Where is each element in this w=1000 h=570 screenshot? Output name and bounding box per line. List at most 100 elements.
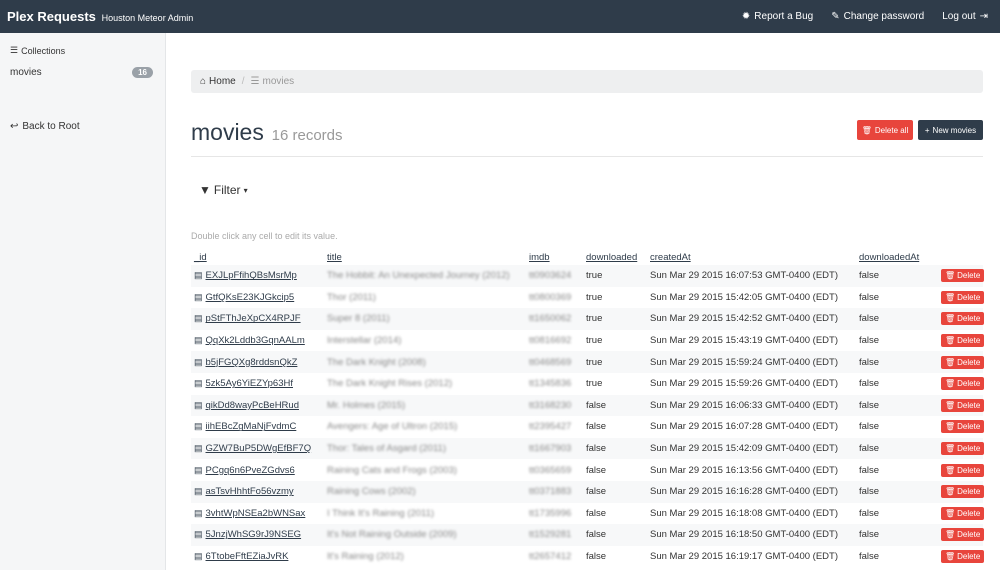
table-row[interactable]: ▤ QqXk2Lddb3GqnAALm Interstellar (2014) tt0… [191, 330, 985, 352]
delete-row-button[interactable]: 🗑 Delete [941, 398, 985, 412]
imdb-cell[interactable]: tt1735996 [529, 508, 571, 519]
column-header-id[interactable]: _id [194, 252, 207, 263]
imdb-cell[interactable]: tt1667903 [529, 443, 571, 454]
createdat-cell[interactable]: Sun Mar 29 2015 15:42:52 GMT-0400 (EDT) [650, 313, 838, 324]
table-row[interactable]: ▤ GZW7BuP5DWgEfBF7Q Thor: Tales of Asgard … [191, 437, 985, 460]
table-row[interactable]: ▤ asTsvHhhtFo56vzmy Raining Cows (2002) tt0… [191, 480, 985, 503]
id-cell[interactable]: ▤ 3vhtWpNSEa2bWNSax [194, 508, 305, 519]
record-id-link[interactable]: b5jFGQXg8rddsnQkZ [206, 357, 298, 368]
title-cell[interactable]: Mr. Holmes (2015) [327, 400, 405, 411]
record-id-link[interactable]: 5zk5Ay6YiEZYp63Hf [206, 378, 293, 389]
downloadedat-cell[interactable]: false [859, 357, 879, 368]
delete-row-button[interactable]: 🗑 Delete [941, 506, 985, 520]
column-header-downloaded[interactable]: downloaded [586, 252, 637, 263]
id-cell[interactable]: ▤ EXJLpFfihQBsMsrMp [194, 270, 297, 281]
createdat-cell[interactable]: Sun Mar 29 2015 15:42:05 GMT-0400 (EDT) [650, 292, 838, 303]
id-cell[interactable]: ▤ b5jFGQXg8rddsnQkZ [194, 357, 297, 368]
downloadedat-cell[interactable]: false [859, 529, 879, 540]
delete-row-button[interactable]: 🗑 Delete [941, 550, 985, 564]
table-row[interactable]: ▤ PCgq6n6PveZGdvs6 Raining Cats and Frogs … [191, 459, 985, 481]
imdb-cell[interactable]: tt1345836 [529, 378, 571, 389]
delete-all-button[interactable]: 🗑 Delete all [857, 120, 913, 140]
record-id-link[interactable]: qikDd8wayPcBeHRud [206, 400, 299, 411]
id-cell[interactable]: ▤ asTsvHhhtFo56vzmy [194, 486, 294, 497]
imdb-cell[interactable]: tt0800369 [529, 292, 571, 303]
downloadedat-cell[interactable]: false [859, 486, 879, 497]
table-row[interactable]: ▤ EXJLpFfihQBsMsrMp The Hobbit: An Unexpec… [191, 265, 985, 287]
table-row[interactable]: ▤ 6TtobeFftEZiaJvRK It's Raining (2012) tt2… [191, 546, 985, 568]
createdat-cell[interactable]: Sun Mar 29 2015 16:18:50 GMT-0400 (EDT) [650, 529, 838, 540]
column-header-createdat[interactable]: createdAt [650, 252, 691, 263]
record-id-link[interactable]: 3vhtWpNSEa2bWNSax [206, 508, 306, 519]
downloadedat-cell[interactable]: false [859, 465, 879, 476]
downloadedat-cell[interactable]: false [859, 270, 879, 281]
delete-row-button[interactable]: 🗑 Delete [941, 355, 985, 369]
report-bug-link[interactable]: ✹ Report a Bug [742, 11, 813, 22]
table-row[interactable]: ▤ qikDd8wayPcBeHRud Mr. Holmes (2015) tt316… [191, 394, 985, 417]
logout-link[interactable]: Log out ⇥ [942, 11, 988, 22]
id-cell[interactable]: ▤ GtfQKsE23KJGkcip5 [194, 292, 294, 303]
record-id-link[interactable]: QqXk2Lddb3GqnAALm [206, 335, 305, 346]
id-cell[interactable]: ▤ PCgq6n6PveZGdvs6 [194, 465, 295, 476]
downloaded-cell[interactable]: false [586, 508, 606, 519]
downloaded-cell[interactable]: false [586, 486, 606, 497]
filter-dropdown[interactable]: ▼ Filter ▾ [199, 183, 248, 197]
downloaded-cell[interactable]: false [586, 465, 606, 476]
imdb-cell[interactable]: tt0371883 [529, 486, 571, 497]
id-cell[interactable]: ▤ QqXk2Lddb3GqnAALm [194, 335, 305, 346]
downloadedat-cell[interactable]: false [859, 378, 879, 389]
delete-row-button[interactable]: 🗑 Delete [941, 485, 985, 499]
downloaded-cell[interactable]: true [586, 357, 602, 368]
delete-row-button[interactable]: 🗑 Delete [941, 377, 985, 391]
imdb-cell[interactable]: tt1650062 [529, 313, 571, 324]
createdat-cell[interactable]: Sun Mar 29 2015 15:59:24 GMT-0400 (EDT) [650, 357, 838, 368]
delete-row-button[interactable]: 🗑 Delete [941, 290, 985, 304]
table-row[interactable]: ▤ 3vhtWpNSEa2bWNSax I Think It's Raining (… [191, 503, 985, 525]
table-row[interactable]: ▤ GtfQKsE23KJGkcip5 Thor (2011) tt0800369 tr… [191, 287, 985, 309]
table-row[interactable]: ▤ 5JnzjWhSG9rJ9NSEG It's Not Raining Outsi… [191, 524, 985, 546]
record-id-link[interactable]: EXJLpFfihQBsMsrMp [206, 270, 297, 281]
title-cell[interactable]: It's Raining (2012) [327, 551, 404, 562]
downloaded-cell[interactable]: true [586, 313, 602, 324]
downloaded-cell[interactable]: false [586, 421, 606, 432]
downloaded-cell[interactable]: false [586, 551, 606, 562]
record-id-link[interactable]: iihEBcZgMaNjFvdmC [206, 421, 297, 432]
column-header-downloadedat[interactable]: downloadedAt [859, 252, 919, 263]
createdat-cell[interactable]: Sun Mar 29 2015 16:07:28 GMT-0400 (EDT) [650, 421, 838, 432]
downloadedat-cell[interactable]: false [859, 400, 879, 411]
title-cell[interactable]: I Think It's Raining (2011) [327, 508, 434, 519]
title-cell[interactable]: The Dark Knight (2008) [327, 357, 426, 368]
downloaded-cell[interactable]: true [586, 335, 602, 346]
record-id-link[interactable]: PCgq6n6PveZGdvs6 [206, 465, 295, 476]
title-cell[interactable]: Thor: Tales of Asgard (2011) [327, 443, 446, 454]
createdat-cell[interactable]: Sun Mar 29 2015 16:13:56 GMT-0400 (EDT) [650, 465, 838, 476]
downloadedat-cell[interactable]: false [859, 551, 879, 562]
table-row[interactable]: ▤ iihEBcZgMaNjFvdmC Avengers: Age of Ultro… [191, 416, 985, 438]
id-cell[interactable]: ▤ 5JnzjWhSG9rJ9NSEG [194, 529, 301, 540]
title-cell[interactable]: Super 8 (2011) [327, 313, 390, 324]
delete-row-button[interactable]: 🗑 Delete [941, 312, 985, 326]
imdb-cell[interactable]: tt0365659 [529, 465, 571, 476]
title-cell[interactable]: It's Not Raining Outside (2009) [327, 529, 457, 540]
title-cell[interactable]: The Dark Knight Rises (2012) [327, 378, 452, 389]
createdat-cell[interactable]: Sun Mar 29 2015 15:43:19 GMT-0400 (EDT) [650, 335, 838, 346]
imdb-cell[interactable]: tt0468569 [529, 357, 571, 368]
record-id-link[interactable]: asTsvHhhtFo56vzmy [206, 486, 294, 497]
table-row[interactable]: ▤ b5jFGQXg8rddsnQkZ The Dark Knight (2008)… [191, 351, 985, 373]
brand-name[interactable]: Plex Requests [7, 9, 96, 24]
new-movie-button[interactable]: + New movies [918, 120, 983, 140]
delete-row-button[interactable]: 🗑 Delete [941, 334, 985, 348]
downloadedat-cell[interactable]: false [859, 335, 879, 346]
title-cell[interactable]: Raining Cows (2002) [327, 486, 416, 497]
delete-row-button[interactable]: 🗑 Delete [941, 442, 985, 456]
downloaded-cell[interactable]: false [586, 443, 606, 454]
createdat-cell[interactable]: Sun Mar 29 2015 15:59:26 GMT-0400 (EDT) [650, 378, 838, 389]
title-cell[interactable]: The Hobbit: An Unexpected Journey (2012) [327, 270, 510, 281]
id-cell[interactable]: ▤ GZW7BuP5DWgEfBF7Q [194, 443, 311, 454]
delete-row-button[interactable]: 🗑 Delete [941, 420, 985, 434]
record-id-link[interactable]: 6TtobeFftEZiaJvRK [206, 551, 289, 562]
imdb-cell[interactable]: tt2657412 [529, 551, 571, 562]
column-header-imdb[interactable]: imdb [529, 252, 550, 263]
downloaded-cell[interactable]: false [586, 400, 606, 411]
title-cell[interactable]: Interstellar (2014) [327, 335, 401, 346]
